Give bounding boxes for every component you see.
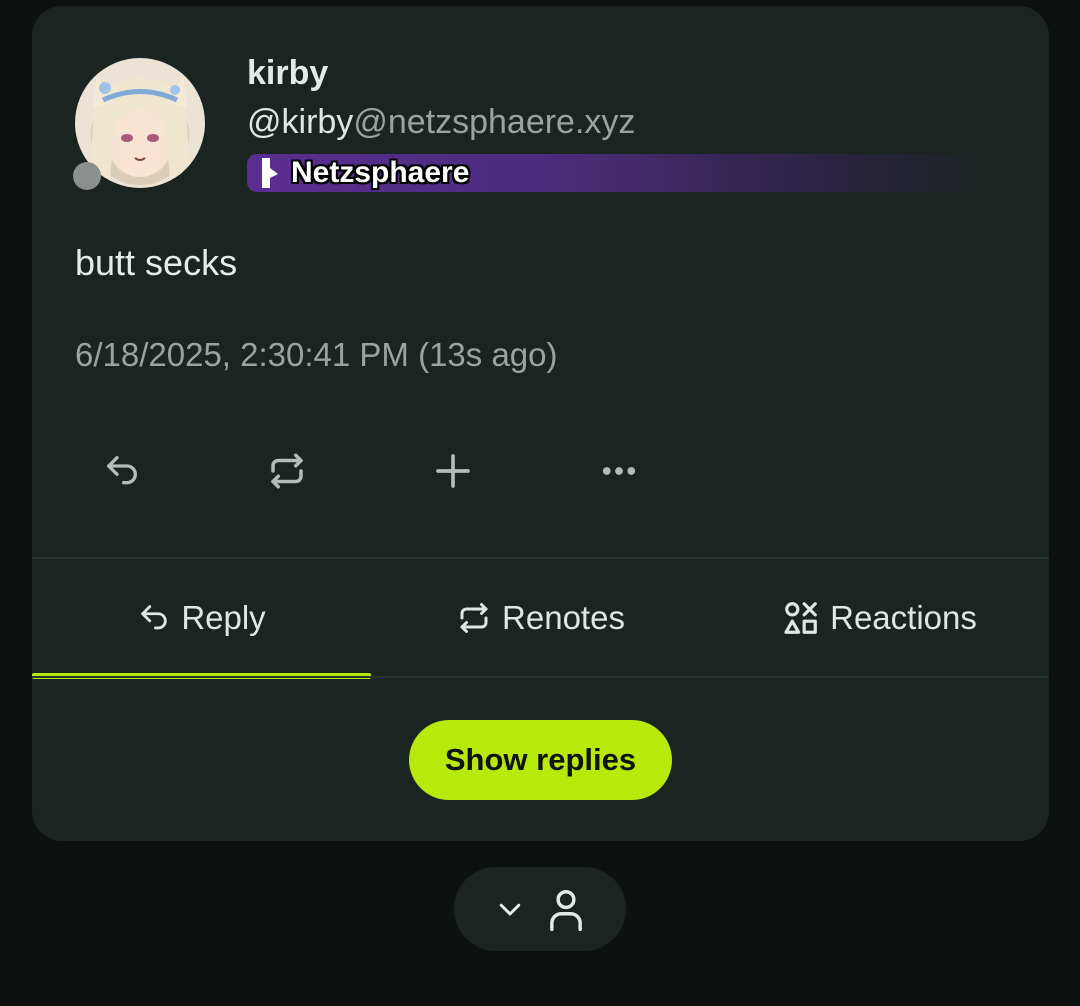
more-button[interactable] [584, 436, 654, 506]
bottom-toggle-button[interactable] [454, 867, 626, 951]
user-handle[interactable]: @kirby@netzsphaere.xyz [247, 103, 635, 142]
note-card: kirby @kirby@netzsphaere.xyz Netzsphaere… [32, 6, 1049, 841]
reactions-icon [784, 602, 817, 634]
tab-renotes[interactable]: Renotes [371, 559, 710, 677]
note-text: butt secks [75, 242, 238, 283]
reply-icon [141, 605, 167, 630]
tab-label: Reply [181, 599, 266, 636]
note-tabs: Reply Renotes Reactions [32, 559, 1049, 679]
tab-label: Reactions [830, 599, 977, 636]
instance-name: Netzsphaere [291, 156, 470, 189]
reply-button[interactable] [87, 436, 157, 506]
react-button[interactable] [418, 436, 488, 506]
chevron-down-icon [499, 903, 521, 916]
tab-reply[interactable]: Reply [32, 559, 371, 677]
renote-icon [460, 603, 488, 633]
avatar-container[interactable] [73, 58, 205, 190]
tab-reactions[interactable]: Reactions [710, 559, 1049, 677]
reply-icon [107, 456, 137, 485]
user-icon [550, 889, 582, 931]
status-indicator [73, 162, 101, 190]
instance-logo-icon [247, 154, 291, 192]
tab-label: Renotes [502, 599, 625, 636]
display-name[interactable]: kirby [247, 54, 328, 93]
handle-host: @netzsphaere.xyz [353, 103, 636, 141]
divider [32, 676, 1049, 678]
note-timestamp[interactable]: 6/18/2025, 2:30:41 PM (13s ago) [75, 336, 558, 374]
show-replies-button[interactable]: Show replies [409, 720, 672, 800]
renote-icon [271, 453, 303, 489]
more-icon [602, 467, 636, 475]
handle-user: @kirby [247, 103, 354, 141]
instance-badge[interactable]: Netzsphaere [247, 154, 982, 192]
renote-button[interactable] [252, 436, 322, 506]
note-actions [32, 436, 1049, 506]
plus-icon [436, 454, 470, 488]
